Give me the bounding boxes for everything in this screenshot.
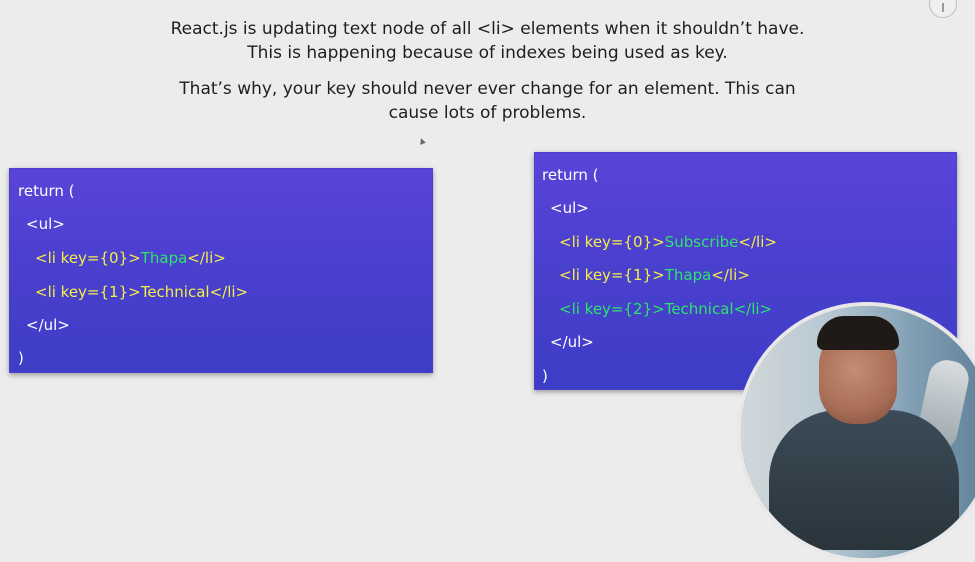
li-text: Thapa (140, 249, 188, 267)
code-line-paren-close: ) (542, 366, 548, 386)
li-text: Subscribe (664, 233, 739, 251)
code-line-ul-close: </ul> (550, 332, 594, 352)
info-icon-glyph (942, 3, 944, 12)
li-open-tag: <li key={1}> (35, 283, 141, 301)
code-line-ul-close: </ul> (26, 315, 70, 335)
li-open-tag: <li key={0}> (559, 233, 665, 251)
caption-line-1: React.js is updating text node of all <l… (170, 19, 805, 39)
code-line-return: return ( (18, 181, 74, 201)
ul-open-tag: <ul> (550, 199, 589, 217)
li-close-tag: </li> (209, 283, 249, 301)
info-icon[interactable] (929, 0, 957, 18)
presenter-webcam (737, 302, 975, 562)
mouse-cursor-icon (418, 137, 426, 145)
code-line-li-2: <li key={1}>Thapa</li> (559, 265, 750, 285)
return-keyword: return ( (542, 166, 599, 184)
caption-line-2: This is happening because of indexes bei… (247, 43, 728, 63)
code-line-li-2: <li key={1}>Technical</li> (35, 282, 248, 302)
li-close-tag: </li> (738, 233, 777, 251)
li-close-tag: </li> (187, 249, 226, 267)
caption-line-3: That’s why, your key should never ever c… (179, 79, 796, 99)
li-open-tag: <li key={0}> (35, 249, 141, 267)
li-close-tag: </li> (711, 266, 750, 284)
li-text: Thapa (664, 266, 712, 284)
code-line-li-1: <li key={0}>Thapa</li> (35, 248, 226, 268)
caption-block-1: React.js is updating text node of all <l… (0, 17, 975, 65)
code-line-return: return ( (542, 165, 598, 185)
paren-close: ) (18, 349, 24, 367)
li-text: Technical (140, 283, 210, 301)
caption-line-4: cause lots of problems. (388, 103, 587, 123)
code-line-paren-close: ) (18, 348, 24, 368)
li-open-tag: <li key={2}> (559, 300, 665, 318)
ul-close-tag: </ul> (26, 316, 70, 334)
code-line-li-1: <li key={0}>Subscribe</li> (559, 232, 777, 252)
li-text: Technical (664, 300, 734, 318)
presenter-body (769, 410, 959, 550)
ul-close-tag: </ul> (550, 333, 594, 351)
return-keyword: return ( (18, 182, 75, 200)
presenter-hair (817, 316, 899, 350)
code-panel-left: return ( <ul> <li key={0}>Thapa</li> <li… (9, 168, 433, 373)
code-line-ul-open: <ul> (550, 198, 589, 218)
ul-open-tag: <ul> (26, 215, 65, 233)
caption-block-2: That’s why, your key should never ever c… (0, 77, 975, 125)
li-open-tag: <li key={1}> (559, 266, 665, 284)
paren-close: ) (542, 367, 548, 385)
code-line-ul-open: <ul> (26, 214, 65, 234)
